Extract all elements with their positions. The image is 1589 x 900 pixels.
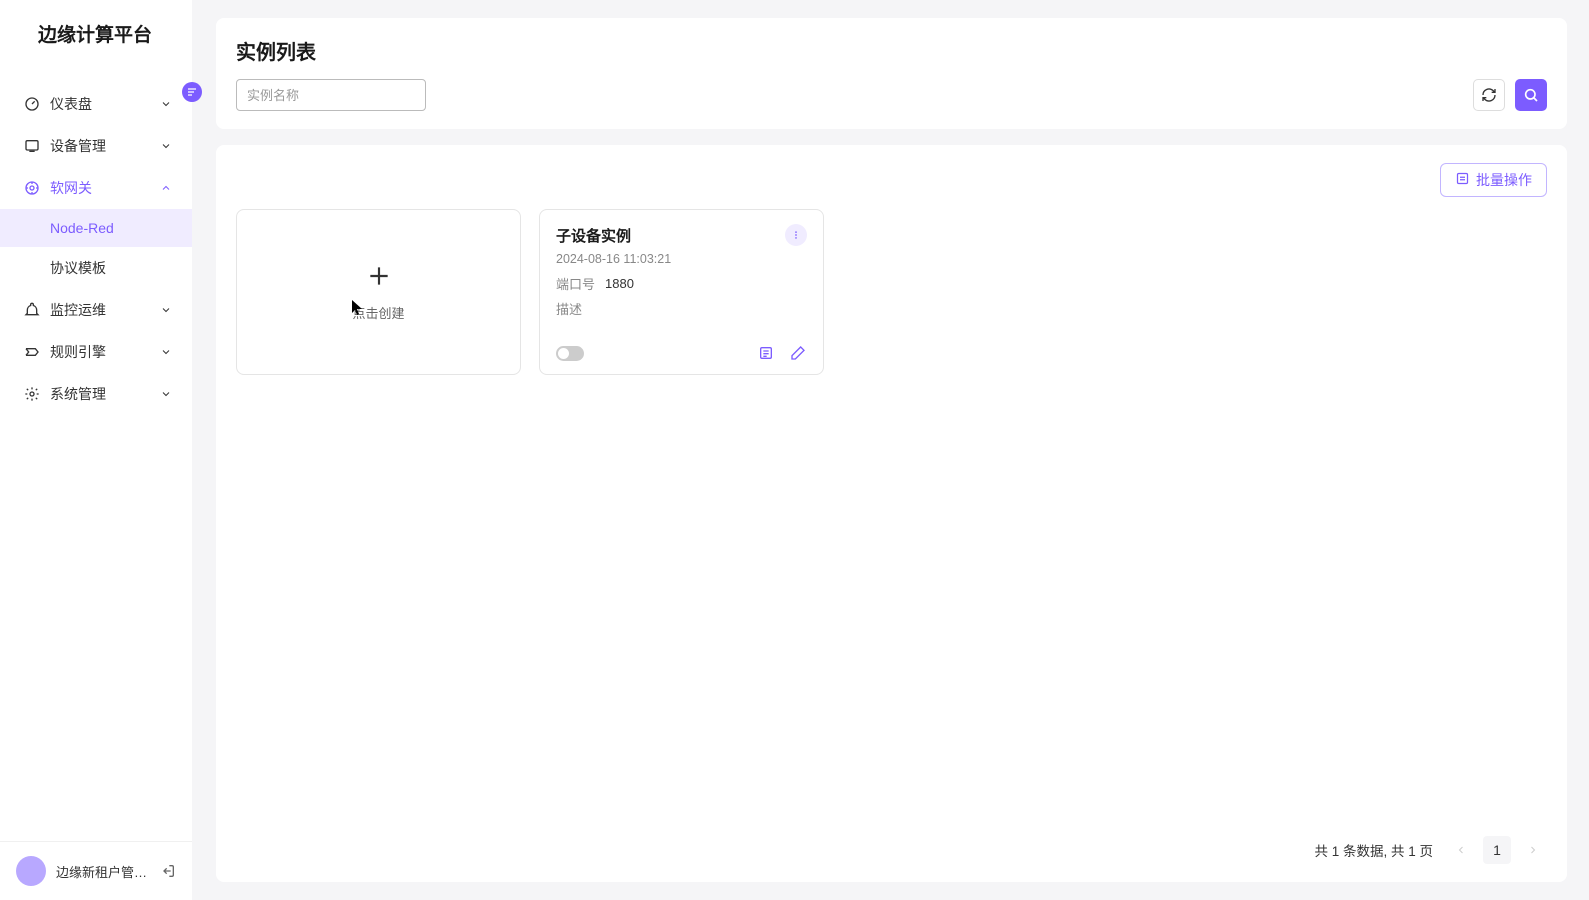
sidebar-subitem-node-red[interactable]: Node-Red bbox=[0, 209, 192, 247]
instance-desc-row: 描述 bbox=[556, 299, 807, 318]
content-area: 批量操作 点击创建 子设备实例 20 bbox=[216, 145, 1567, 882]
next-page-button[interactable] bbox=[1519, 836, 1547, 864]
more-button[interactable] bbox=[785, 224, 807, 246]
refresh-button[interactable] bbox=[1473, 79, 1505, 111]
sidebar-subitem-label: Node-Red bbox=[50, 220, 114, 236]
sidebar-item-label: 系统管理 bbox=[50, 384, 150, 404]
port-label: 端口号 bbox=[556, 274, 595, 293]
sidebar-item-label: 仪表盘 bbox=[50, 94, 150, 114]
sidebar-item-rules[interactable]: 规则引擎 bbox=[0, 331, 192, 373]
monitor-icon bbox=[24, 302, 40, 318]
settings-icon bbox=[24, 386, 40, 402]
sidebar-item-label: 规则引擎 bbox=[50, 342, 150, 362]
pagination-summary: 共 1 条数据, 共 1 页 bbox=[1314, 840, 1433, 860]
enable-toggle[interactable] bbox=[556, 346, 584, 361]
sidebar-item-label: 软网关 bbox=[50, 178, 150, 198]
chevron-down-icon bbox=[160, 304, 172, 316]
rules-icon bbox=[24, 344, 40, 360]
sidebar-item-label: 监控运维 bbox=[50, 300, 150, 320]
device-icon bbox=[24, 138, 40, 154]
username: 边缘新租户管… bbox=[56, 862, 150, 881]
sidebar-item-system[interactable]: 系统管理 bbox=[0, 373, 192, 415]
instance-port-row: 端口号 1880 bbox=[556, 274, 807, 293]
plus-icon bbox=[366, 263, 392, 289]
create-label: 点击创建 bbox=[352, 303, 404, 322]
search-row bbox=[236, 79, 1547, 111]
detail-icon[interactable] bbox=[757, 344, 775, 362]
prev-page-button[interactable] bbox=[1447, 836, 1475, 864]
sidebar-collapse-button[interactable] bbox=[182, 82, 202, 102]
sidebar-item-devices[interactable]: 设备管理 bbox=[0, 125, 192, 167]
sidebar-subitem-label: 协议模板 bbox=[50, 258, 106, 278]
gateway-icon bbox=[24, 180, 40, 196]
sidebar-item-label: 设备管理 bbox=[50, 136, 150, 156]
instance-card: 子设备实例 2024-08-16 11:03:21 端口号 1880 描述 bbox=[539, 209, 824, 375]
chevron-down-icon bbox=[160, 140, 172, 152]
chevron-down-icon bbox=[160, 346, 172, 358]
batch-label: 批量操作 bbox=[1476, 170, 1532, 190]
sidebar-footer: 边缘新租户管… bbox=[0, 841, 192, 900]
chevron-up-icon bbox=[160, 182, 172, 194]
instance-timestamp: 2024-08-16 11:03:21 bbox=[556, 252, 807, 266]
port-value: 1880 bbox=[605, 276, 634, 291]
desc-label: 描述 bbox=[556, 299, 582, 318]
sidebar-nav: 仪表盘 设备管理 软网关 bbox=[0, 67, 192, 841]
sidebar: 边缘计算平台 仪表盘 设备管理 bbox=[0, 0, 192, 900]
batch-operation-button[interactable]: 批量操作 bbox=[1440, 163, 1547, 197]
chevron-down-icon bbox=[160, 98, 172, 110]
avatar[interactable] bbox=[16, 856, 46, 886]
search-input[interactable] bbox=[236, 79, 426, 111]
instance-grid: 点击创建 子设备实例 2024-08-16 11:03:21 端口号 1880 bbox=[236, 209, 1547, 375]
gauge-icon bbox=[24, 96, 40, 112]
sidebar-item-gateway[interactable]: 软网关 bbox=[0, 167, 192, 209]
pagination: 共 1 条数据, 共 1 页 1 bbox=[236, 824, 1547, 864]
page-number-current[interactable]: 1 bbox=[1483, 836, 1511, 864]
create-instance-card[interactable]: 点击创建 bbox=[236, 209, 521, 375]
sidebar-subitem-protocol-template[interactable]: 协议模板 bbox=[0, 247, 192, 289]
content-toolbar: 批量操作 bbox=[236, 163, 1547, 197]
instance-title: 子设备实例 bbox=[556, 225, 631, 246]
batch-icon bbox=[1455, 171, 1470, 189]
page-header: 实例列表 bbox=[216, 18, 1567, 129]
edit-icon[interactable] bbox=[789, 344, 807, 362]
sidebar-item-monitor[interactable]: 监控运维 bbox=[0, 289, 192, 331]
sidebar-item-dashboard[interactable]: 仪表盘 bbox=[0, 83, 192, 125]
app-title: 边缘计算平台 bbox=[0, 0, 192, 67]
logout-icon[interactable] bbox=[160, 863, 176, 879]
main-content: 实例列表 批量操作 bbox=[192, 0, 1589, 900]
page-title: 实例列表 bbox=[236, 36, 1547, 65]
chevron-down-icon bbox=[160, 388, 172, 400]
search-button[interactable] bbox=[1515, 79, 1547, 111]
